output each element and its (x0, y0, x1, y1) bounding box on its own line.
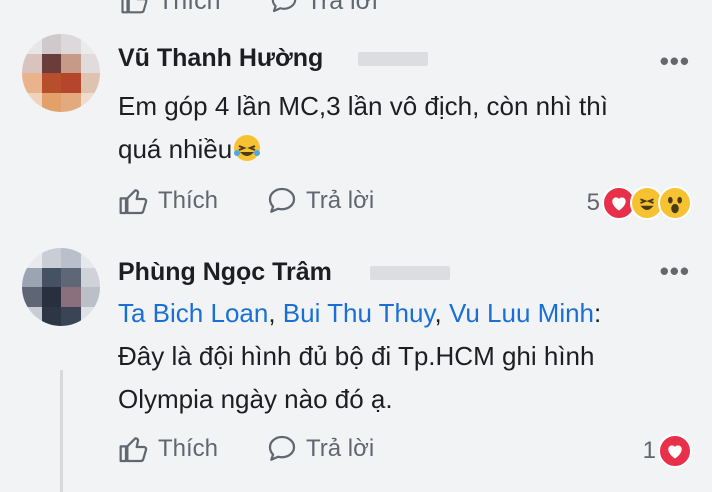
author-name[interactable]: Phùng Ngọc Trâm (118, 258, 332, 287)
thumbs-up-icon (119, 437, 148, 463)
laughing-emoji-icon (234, 135, 261, 161)
mention-link[interactable]: Vu Luu Minh (449, 298, 594, 328)
reply-button[interactable]: Trả lời (266, 433, 374, 465)
wow-reaction-icon (658, 186, 692, 220)
avatar[interactable] (22, 34, 100, 112)
speech-bubble-icon (268, 187, 296, 213)
mention-link[interactable]: Bui Thu Thuy (283, 298, 435, 328)
reply-label: Trả lời (306, 187, 375, 214)
comment-line: Olympia ngày nào đó ạ. (118, 384, 393, 414)
like-label: Thích (158, 435, 219, 462)
reaction-summary[interactable]: 5 (587, 186, 692, 220)
author-name-redaction (358, 52, 428, 66)
more-options-icon[interactable]: ••• (660, 258, 690, 284)
comment-actions: Thích Trả lời (118, 433, 374, 465)
comment-line: Em góp 4 lần MC,3 lần vô địch, còn nhì t… (118, 91, 608, 121)
reply-button[interactable]: Trả lời (266, 185, 374, 217)
speech-bubble-icon (268, 435, 296, 461)
thread-line (60, 370, 63, 492)
like-button[interactable]: Thích (118, 185, 218, 217)
comment-actions: Thích Trả lời (118, 185, 374, 217)
author-name-redaction (370, 266, 450, 280)
comment-line: quá nhiều (118, 128, 608, 171)
reaction-count: 5 (586, 189, 600, 216)
colon: : (594, 298, 602, 328)
comment-text: Ta Bich Loan, Bui Thu Thuy, Vu Luu Minh:… (118, 292, 601, 421)
reply-label: Trả lời (306, 435, 375, 462)
comment-line-text: quá nhiều (118, 134, 233, 164)
comment-line: Đây là đội hình đủ bộ đi Tp.HCM ghi hình (118, 341, 595, 371)
separator: , (268, 298, 283, 328)
comment-text: Em góp 4 lần MC,3 lần vô địch, còn nhì t… (118, 85, 608, 171)
heart-reaction-icon (658, 434, 692, 468)
comment-1: Vũ Thanh Hường ••• Em góp 4 lần MC,3 lần… (0, 0, 712, 240)
like-label: Thích (158, 187, 219, 214)
thumbs-up-icon (119, 189, 148, 215)
separator: , (434, 298, 449, 328)
comment-2: Phùng Ngọc Trâm ••• Ta Bich Loan, Bui Th… (0, 240, 712, 492)
reaction-count: 1 (642, 437, 656, 464)
mention-link[interactable]: Ta Bich Loan (118, 298, 268, 328)
author-name[interactable]: Vũ Thanh Hường (118, 44, 323, 73)
more-options-icon[interactable]: ••• (660, 48, 690, 74)
avatar[interactable] (22, 248, 100, 326)
comment-line: Ta Bich Loan, Bui Thu Thuy, Vu Luu Minh: (118, 292, 601, 335)
reaction-summary[interactable]: 1 (643, 434, 692, 468)
like-button[interactable]: Thích (118, 433, 218, 465)
